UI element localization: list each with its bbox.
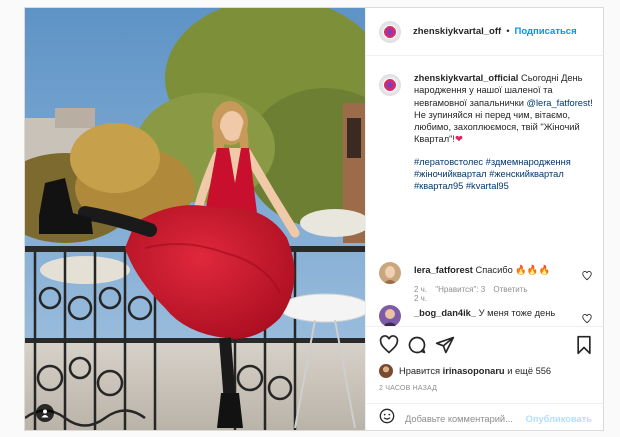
- comment-input[interactable]: Добавьте комментарий...: [405, 414, 513, 424]
- comment-username[interactable]: _bog_dan4ik_: [414, 308, 476, 318]
- comment-meta: 2 ч. "Нравится": 3 Ответить: [414, 285, 534, 294]
- comment-text: _bog_dan4ik_ У меня тоже день: [414, 308, 555, 318]
- comment-body: У меня тоже день: [478, 308, 556, 318]
- comment-text: lera_fatforest Спасибо 🔥🔥🔥: [414, 265, 550, 276]
- post-image: [25, 8, 365, 430]
- likes-summary[interactable]: Нравится irinasoponaru и ещё 556: [379, 364, 551, 378]
- header-separator: •: [506, 26, 510, 37]
- comment-likes[interactable]: "Нравится": 3: [435, 285, 485, 294]
- caption-hashtags[interactable]: #лератовстолес #здмемнародження #жіночий…: [414, 157, 571, 192]
- emoji-icon[interactable]: [379, 408, 395, 429]
- person-tag-icon[interactable]: [36, 404, 54, 422]
- comment-item: _bog_dan4ik_ У меня тоже день: [379, 305, 594, 326]
- action-icons: [379, 335, 594, 355]
- caption-username[interactable]: zhenskiykvartal_official: [414, 73, 518, 83]
- instagram-post-embed: zhenskiykvartal_off • Подписаться zhensk…: [24, 7, 604, 431]
- caption-time: 2 ч.: [414, 294, 428, 303]
- liker-username[interactable]: irinasoponaru: [443, 366, 505, 376]
- comment-avatar[interactable]: [379, 262, 401, 284]
- likes-prefix: Нравится: [399, 366, 441, 376]
- publish-button[interactable]: Опубликовать: [526, 414, 592, 424]
- comment-like-heart-icon[interactable]: [582, 311, 592, 326]
- post-photo[interactable]: [25, 8, 365, 430]
- bookmark-icon[interactable]: [574, 335, 594, 360]
- liker-avatar: [379, 364, 393, 378]
- post-header: zhenskiykvartal_off • Подписаться: [366, 8, 603, 56]
- red-heart-emoji: ❤: [455, 134, 463, 145]
- comment-avatar[interactable]: [379, 305, 401, 326]
- share-icon[interactable]: [435, 335, 455, 360]
- post-age: 2 ЧАСОВ НАЗАД: [379, 385, 438, 392]
- comment-time: 2 ч.: [414, 285, 428, 294]
- comment-body: Спасибо 🔥🔥🔥: [475, 265, 551, 275]
- comment-reply-button[interactable]: Ответить: [493, 285, 527, 294]
- likes-count[interactable]: и ещё 556: [507, 366, 551, 376]
- header-username[interactable]: zhenskiykvartal_off: [413, 26, 501, 37]
- caption-avatar[interactable]: [379, 74, 401, 96]
- brand-logo-avatar[interactable]: [379, 20, 401, 43]
- comment-icon[interactable]: [407, 335, 427, 360]
- post-actions: Нравится irinasoponaru и ещё 556 2 ЧАСОВ…: [366, 326, 603, 430]
- caption-text: zhenskiykvartal_official Сьогодні День н…: [414, 72, 600, 193]
- comment-like-heart-icon[interactable]: [582, 268, 592, 286]
- comment-username[interactable]: lera_fatforest: [414, 265, 473, 275]
- post-sidebar: zhenskiykvartal_off • Подписаться zhensk…: [365, 8, 603, 430]
- follow-button[interactable]: Подписаться: [515, 26, 577, 37]
- heart-icon[interactable]: [379, 335, 399, 360]
- caption-mention[interactable]: @lera_fatforest: [527, 98, 591, 108]
- add-comment-bar: Добавьте комментарий... Опубликовать: [366, 403, 603, 430]
